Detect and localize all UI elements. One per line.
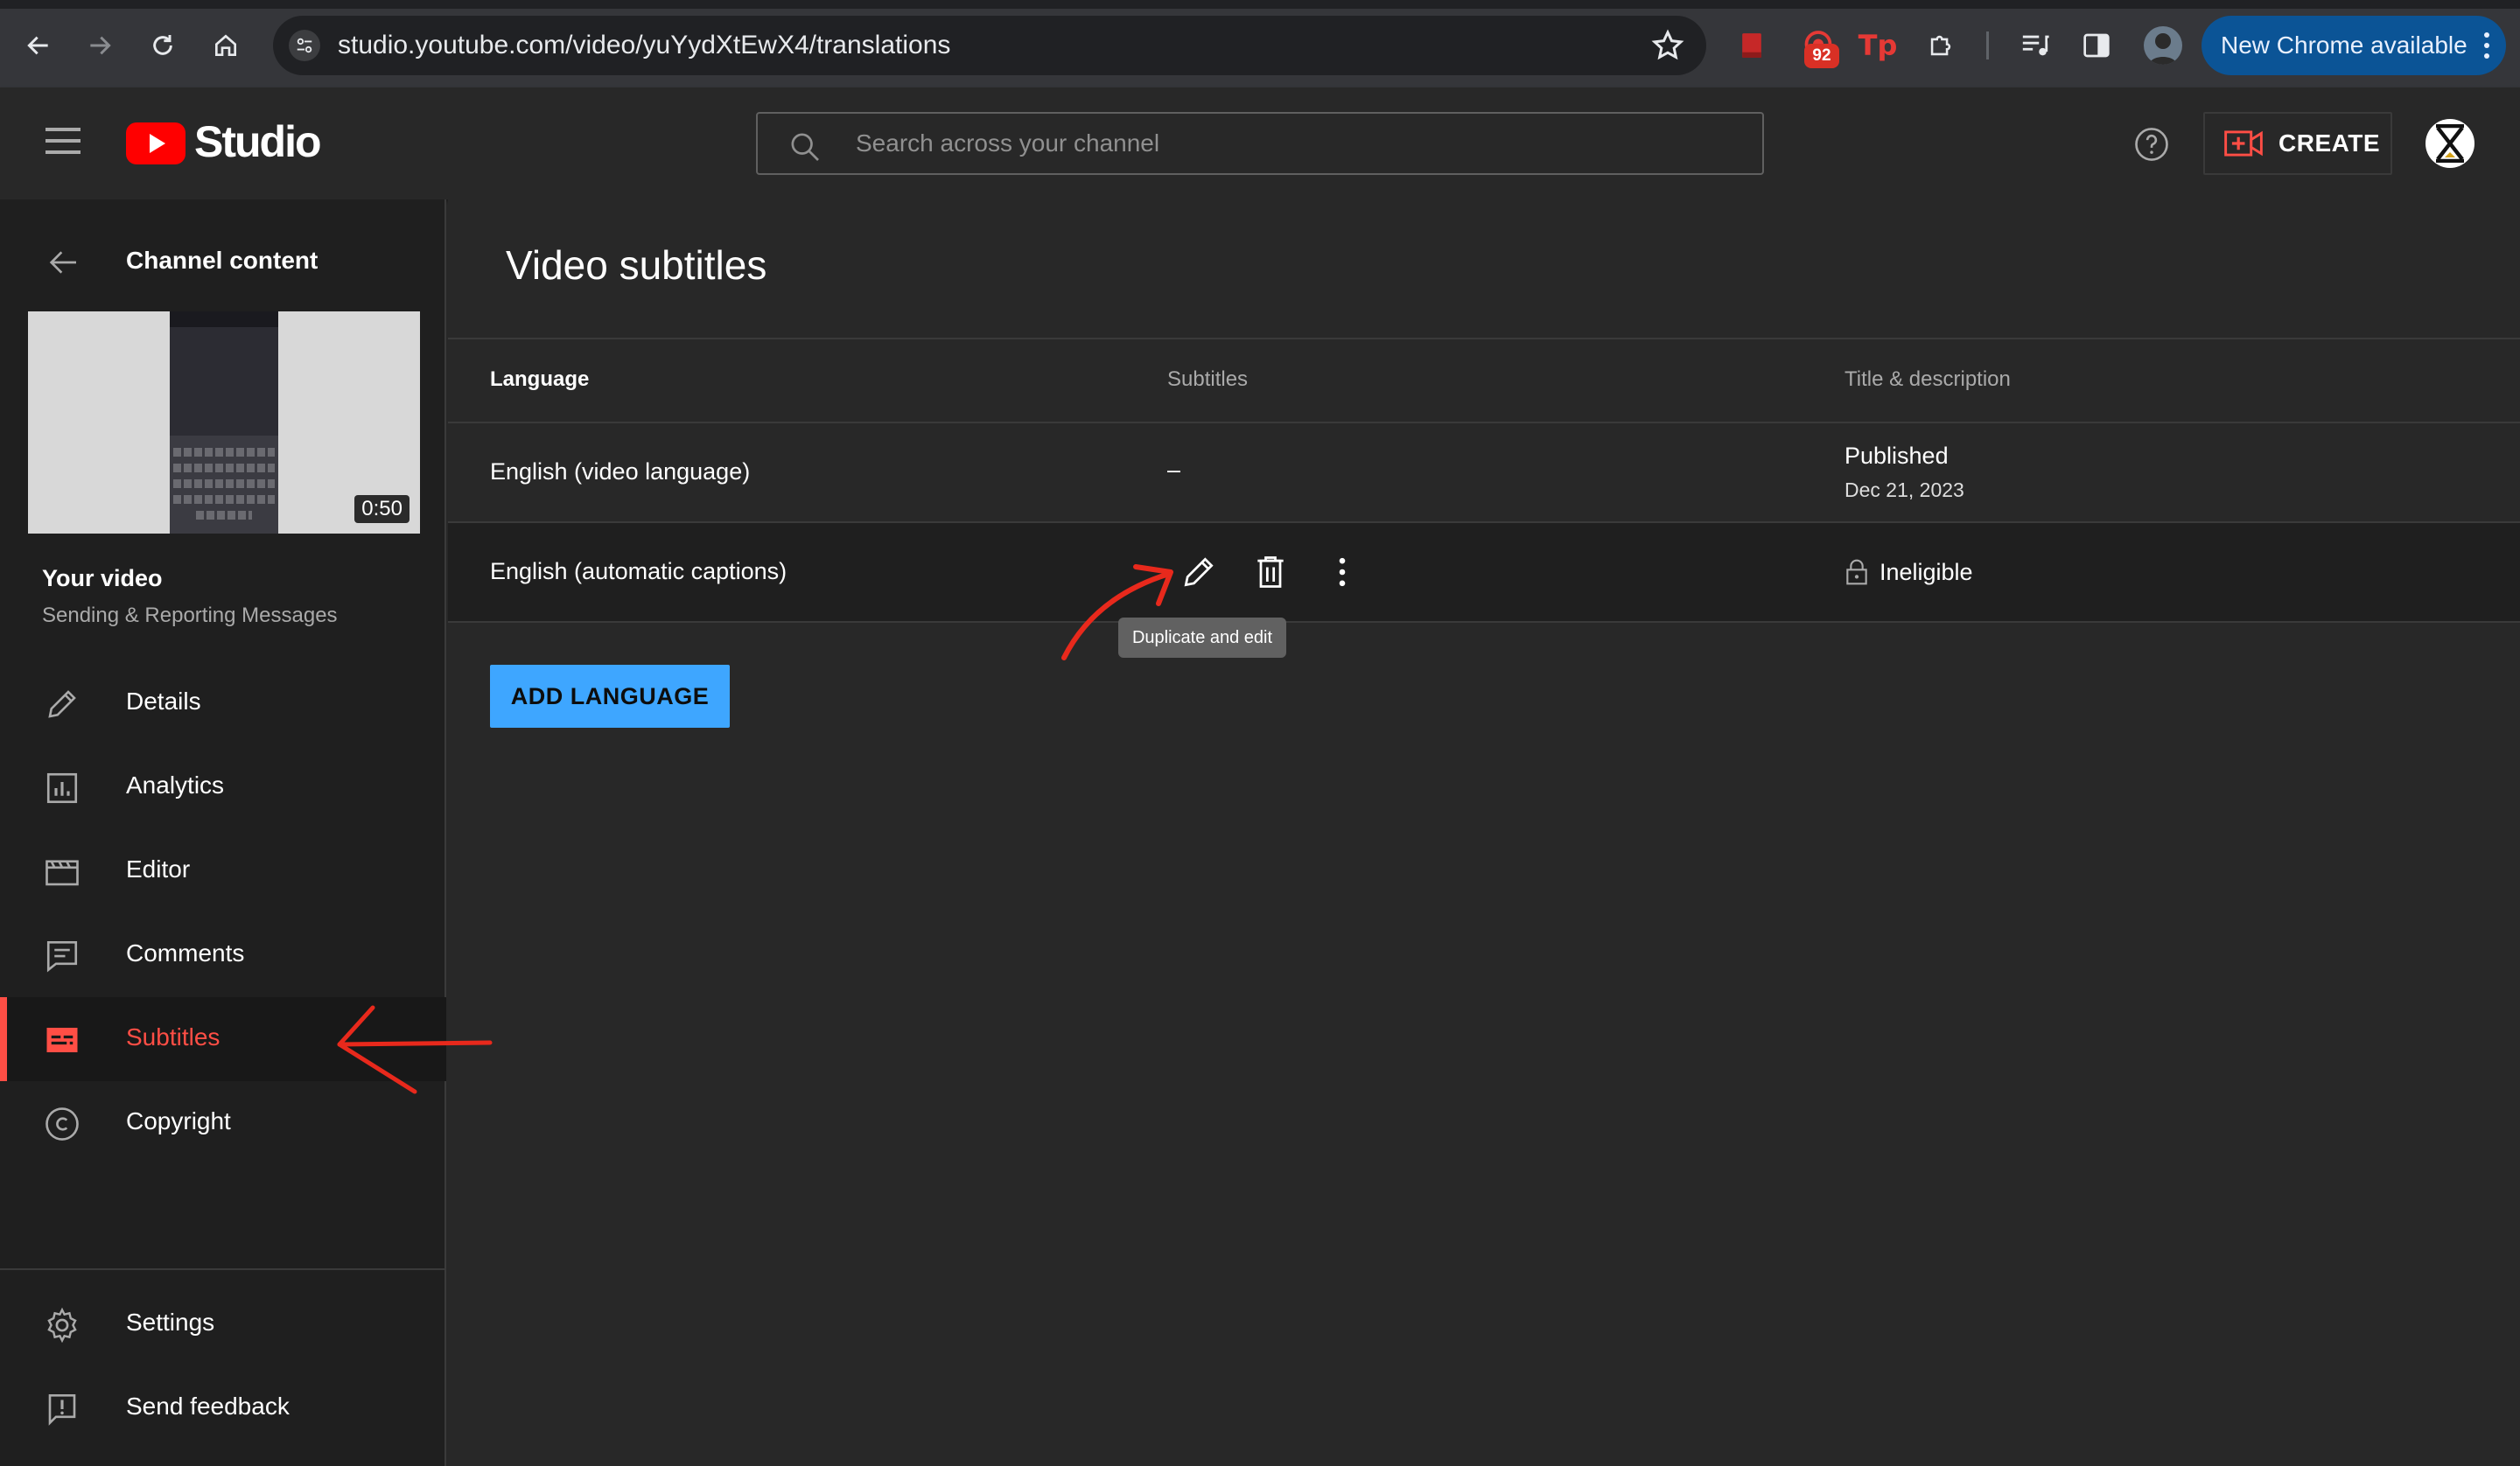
main-content: Video subtitles Language Subtitles Title… [448, 199, 2520, 1466]
kebab-menu-icon[interactable] [2483, 31, 2490, 59]
address-bar[interactable]: studio.youtube.com/video/yuYydXtEwX4/tra… [273, 16, 1706, 75]
studio-brand[interactable]: Studio [194, 114, 322, 170]
table-row[interactable]: English (automatic captions) Ineligible [448, 523, 2520, 621]
sidebar-divider [0, 1268, 446, 1270]
home-icon[interactable] [206, 26, 245, 65]
sidebar-item-editor[interactable]: Editor [0, 829, 446, 913]
toolbar-divider [1986, 31, 1989, 59]
sidebar-item-analytics[interactable]: Analytics [0, 745, 446, 829]
duplicate-and-edit-tooltip: Duplicate and edit [1118, 618, 1286, 658]
sidebar-item-label: Details [126, 688, 201, 715]
side-panel-icon[interactable] [2077, 26, 2116, 65]
sidebar-item-label: Copyright [126, 1107, 231, 1134]
reload-icon[interactable] [144, 26, 182, 65]
feedback-icon [48, 1393, 76, 1426]
sidebar-item-label: Analytics [126, 771, 225, 799]
puzzle-extensions-icon[interactable] [1922, 26, 1960, 65]
clapperboard-icon [46, 860, 79, 886]
gear-icon [47, 1307, 77, 1344]
sidebar-item-settings[interactable]: Settings [0, 1282, 446, 1366]
forward-icon[interactable] [80, 26, 119, 65]
sidebar-item-label: Send feedback [126, 1393, 290, 1420]
channel-content-back-link[interactable]: Channel content [0, 234, 446, 289]
search-icon [791, 133, 819, 161]
more-options-icon[interactable] [1323, 553, 1362, 591]
row-language: English (automatic captions) [490, 558, 788, 584]
video-camera-plus-icon [2224, 130, 2263, 157]
sidebar-item-copyright[interactable]: Copyright [0, 1081, 446, 1165]
sidebar-item-details[interactable]: Details [0, 661, 446, 745]
lock-icon [1846, 559, 1867, 585]
sidebar-item-send-feedback[interactable]: Send feedback [0, 1366, 446, 1450]
browser-toolbar: studio.youtube.com/video/yuYydXtEwX4/tra… [0, 0, 2520, 87]
published-date: Dec 21, 2023 [1844, 478, 1964, 501]
sidebar-item-label: Editor [126, 855, 191, 883]
back-icon[interactable] [19, 26, 58, 65]
video-thumbnail[interactable]: 0:50 [28, 311, 420, 534]
copyright-icon [46, 1107, 79, 1141]
channel-avatar[interactable] [2426, 119, 2474, 168]
search-box[interactable] [756, 112, 1764, 175]
create-label: CREATE [2278, 129, 2381, 157]
studio-header: Studio CREATE [0, 87, 2520, 199]
url-text[interactable]: studio.youtube.com/video/yuYydXtEwX4/tra… [338, 30, 950, 61]
back-arrow-icon [49, 251, 76, 274]
extension-count-badge: 92 [1804, 44, 1839, 68]
row-divider [448, 621, 2520, 623]
new-chrome-available-button[interactable]: New Chrome available [2202, 16, 2506, 75]
sidebar-item-label: Comments [126, 939, 245, 967]
your-video-label: Your video [42, 565, 163, 591]
comment-icon [46, 940, 78, 973]
bookmark-star-icon[interactable] [1650, 28, 1685, 63]
profile-avatar[interactable] [2144, 26, 2182, 65]
analytics-icon [46, 772, 78, 804]
sidebar-item-label: Subtitles [126, 1023, 220, 1051]
add-language-button[interactable]: ADD LANGUAGE [490, 665, 730, 728]
pencil-edit-icon[interactable] [1180, 553, 1218, 591]
ineligible-label: Ineligible [1880, 558, 1973, 585]
row-language: English (video language) [490, 458, 751, 485]
update-label: New Chrome available [2221, 31, 2468, 59]
sidebar: Channel content 0:50 Your video Sending … [0, 199, 446, 1466]
row-title-status: Published Dec 21, 2023 [1844, 443, 1964, 502]
site-settings-icon[interactable] [289, 30, 320, 61]
sidebar-item-comments[interactable]: Comments [0, 913, 446, 997]
ineligible-status: Ineligible [1844, 558, 1973, 586]
column-header-title-description: Title & description [1844, 367, 2011, 391]
pencil-icon [48, 690, 76, 718]
hamburger-menu-icon[interactable] [46, 128, 80, 154]
search-input[interactable] [856, 126, 1731, 161]
trash-icon[interactable] [1251, 553, 1290, 591]
row-subtitles: – [1167, 457, 1181, 483]
subtitles-icon [46, 1028, 78, 1052]
duration-badge: 0:50 [354, 495, 410, 523]
page-title: Video subtitles [506, 242, 767, 288]
youtube-logo-icon[interactable] [126, 122, 186, 164]
back-label: Channel content [126, 247, 318, 274]
column-header-language[interactable]: Language [490, 367, 589, 392]
sidebar-item-subtitles[interactable]: Subtitles [0, 997, 446, 1081]
tp-extension-icon[interactable]: Tp [1858, 26, 1898, 65]
video-title: Sending & Reporting Messages [42, 604, 338, 627]
create-button[interactable]: CREATE [2203, 112, 2392, 175]
help-icon[interactable] [2133, 126, 2170, 163]
title-divider [448, 338, 2520, 339]
table-row[interactable]: English (video language) – Published Dec… [448, 423, 2520, 521]
published-label: Published [1844, 443, 1949, 469]
thumbnail-phone-screenshot [170, 311, 278, 534]
media-controls-icon[interactable] [2016, 26, 2054, 65]
sidebar-item-label: Settings [126, 1309, 215, 1336]
red-book-extension-icon[interactable] [1732, 26, 1771, 65]
column-header-subtitles: Subtitles [1167, 367, 1249, 391]
tab-strip [0, 0, 2520, 9]
